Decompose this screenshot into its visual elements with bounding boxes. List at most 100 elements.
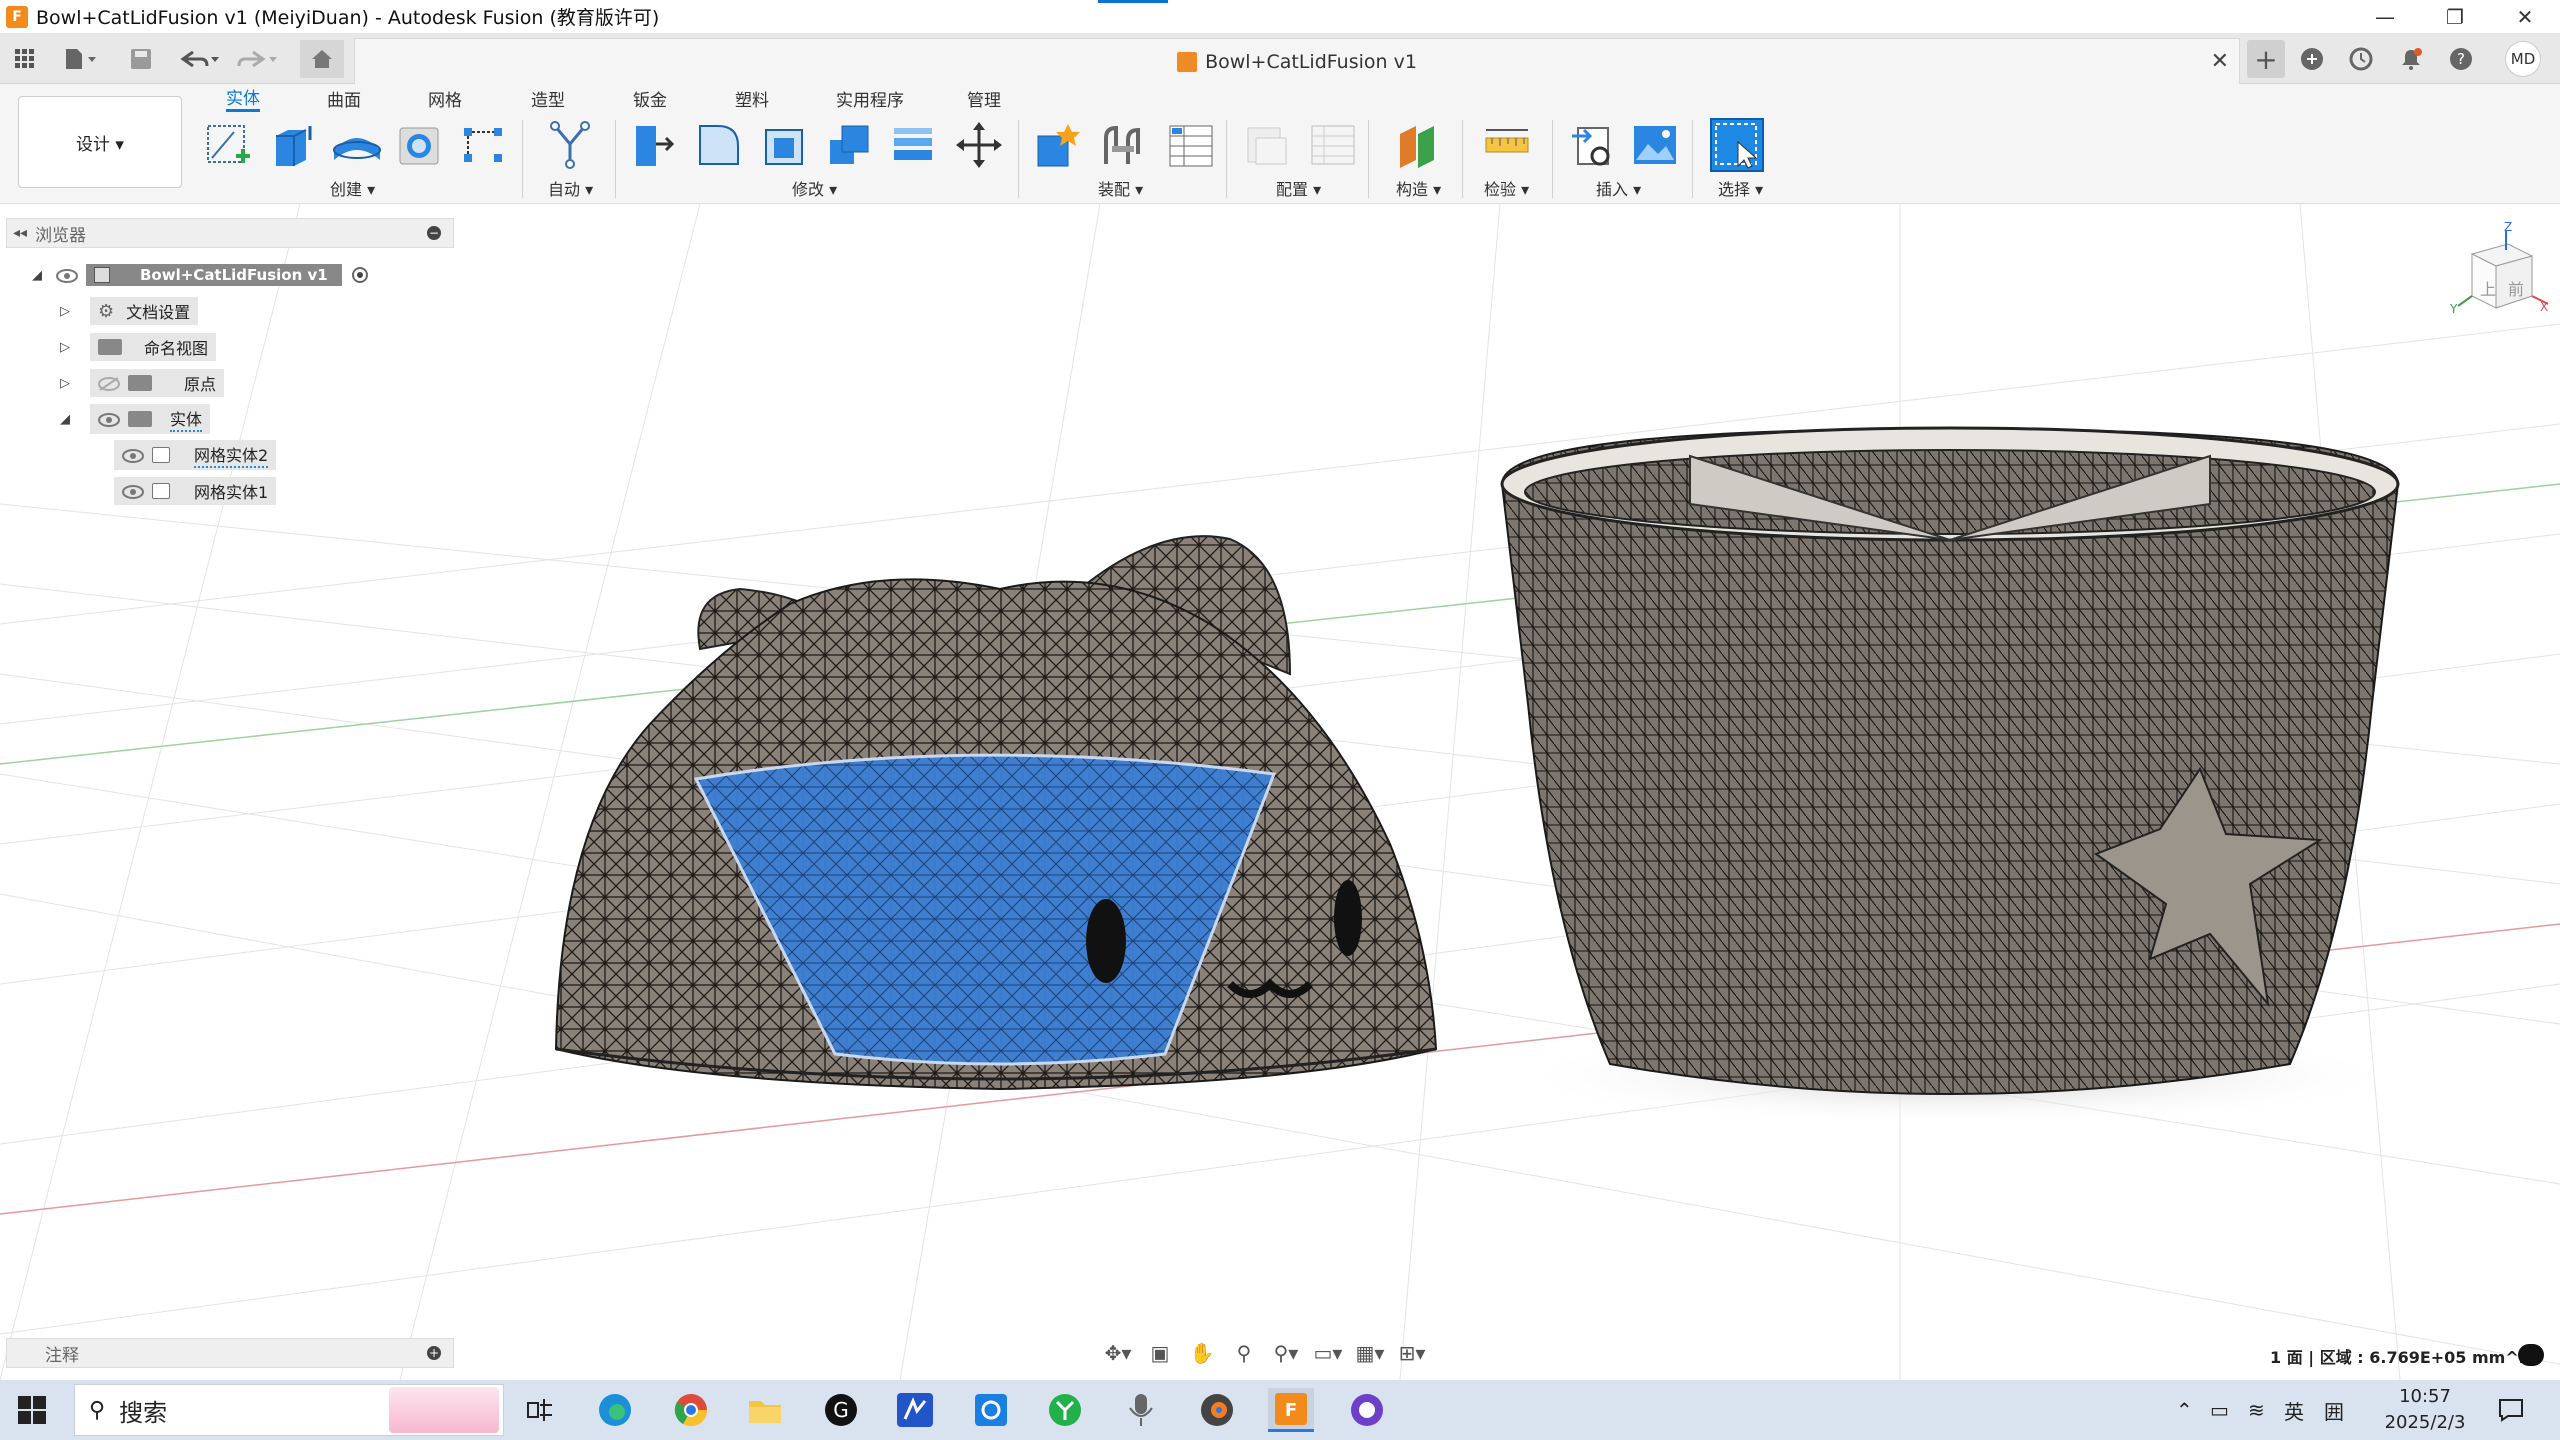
home-icon[interactable]: [300, 40, 344, 78]
activate-radio-icon[interactable]: [351, 267, 368, 283]
fusion-taskbar-icon[interactable]: F: [1268, 1388, 1314, 1432]
viewports-icon[interactable]: ⊞▾: [1394, 1338, 1430, 1368]
tree-item-mesh-body-2[interactable]: 网格实体2: [114, 440, 277, 470]
grid-settings-icon[interactable]: ▦▾: [1352, 1338, 1388, 1368]
configuration-table-icon[interactable]: [1306, 118, 1360, 172]
measure-icon[interactable]: [1480, 118, 1534, 172]
group-assemble-label[interactable]: 装配 ▾: [1098, 176, 1143, 200]
group-modify-label[interactable]: 修改 ▾: [792, 176, 837, 200]
wifi-icon[interactable]: ≋: [2248, 1380, 2265, 1440]
task-view-icon[interactable]: [518, 1388, 564, 1432]
windows-start-icon[interactable]: [18, 1396, 46, 1428]
edge-browser-icon[interactable]: [592, 1388, 638, 1432]
automate-icon[interactable]: [543, 118, 597, 172]
3d-viewport[interactable]: Z X Y 上 前: [0, 204, 2560, 1380]
notification-center-icon[interactable]: [2498, 1380, 2524, 1440]
group-configure-label[interactable]: 配置 ▾: [1276, 176, 1321, 200]
tree-item-origin[interactable]: ▷ 原点: [58, 369, 225, 397]
collapse-panel-icon[interactable]: ◂◂: [13, 225, 27, 241]
as-built-joint-icon[interactable]: [1164, 118, 1218, 172]
viewcube[interactable]: Z X Y 上 前: [2450, 220, 2550, 326]
group-construct-label[interactable]: 构造 ▾: [1396, 176, 1441, 200]
hidden-eye-icon[interactable]: [98, 376, 120, 391]
screenshot-tool-icon[interactable]: [968, 1388, 1014, 1432]
app-green-icon[interactable]: [1042, 1388, 1088, 1432]
group-select-label[interactable]: 选择 ▾: [1718, 176, 1763, 200]
visibility-eye-icon[interactable]: [56, 268, 78, 283]
group-insert-label[interactable]: 插入 ▾: [1596, 176, 1641, 200]
press-pull-icon[interactable]: [626, 118, 680, 172]
tab-mesh[interactable]: 网格: [428, 84, 462, 112]
tab-solid[interactable]: 实体: [226, 84, 260, 112]
tab-form[interactable]: 造型: [531, 84, 565, 112]
new-component-icon[interactable]: [1030, 118, 1084, 172]
configure-icon[interactable]: [1240, 118, 1294, 172]
app-grid-icon[interactable]: [10, 44, 40, 74]
file-explorer-icon[interactable]: [742, 1388, 788, 1432]
expand-triangle-icon[interactable]: ▷: [58, 304, 72, 319]
expand-triangle-icon[interactable]: ▷: [58, 340, 72, 355]
browser-minimize-icon[interactable]: −: [427, 226, 441, 240]
tab-plastic[interactable]: 塑料: [735, 84, 769, 112]
orbit-icon[interactable]: ✥▾: [1100, 1338, 1136, 1368]
notes-panel-header[interactable]: 注释 +: [6, 1338, 454, 1368]
tree-item-named-views[interactable]: ▷ 命名视图: [58, 333, 217, 361]
help-icon[interactable]: ?: [2446, 44, 2476, 74]
tray-overflow-icon[interactable]: ⌃: [2176, 1380, 2193, 1440]
notes-expand-icon[interactable]: +: [427, 1346, 441, 1360]
visibility-eye-icon[interactable]: [122, 448, 144, 463]
tree-item-document-settings[interactable]: ▷ ⚙ 文档设置: [58, 297, 199, 325]
undo-icon[interactable]: [176, 44, 222, 74]
visibility-eye-icon[interactable]: [122, 484, 144, 499]
input-language[interactable]: 英: [2284, 1380, 2304, 1440]
system-clock[interactable]: 10:57 2025/2/3: [2370, 1384, 2480, 1436]
notifications-icon[interactable]: [2396, 44, 2426, 74]
revolve-icon[interactable]: [330, 118, 384, 172]
group-create-label[interactable]: 创建 ▾: [330, 176, 375, 200]
pattern-icon[interactable]: [456, 118, 510, 172]
combine-icon[interactable]: [822, 118, 876, 172]
move-copy-icon[interactable]: [952, 118, 1006, 172]
tab-manage[interactable]: 管理: [967, 84, 1001, 112]
create-sketch-icon[interactable]: [202, 118, 256, 172]
tab-sheet-metal[interactable]: 钣金: [633, 84, 667, 112]
display-settings-icon[interactable]: ▭▾: [1310, 1338, 1346, 1368]
extrude-icon[interactable]: [264, 118, 318, 172]
look-at-icon[interactable]: ▣: [1142, 1338, 1178, 1368]
offset-plane-icon[interactable]: [1392, 118, 1446, 172]
zoom-icon[interactable]: ⚲: [1226, 1338, 1262, 1368]
app-g-icon[interactable]: G: [818, 1388, 864, 1432]
microphone-app-icon[interactable]: [1118, 1388, 1164, 1432]
visual-studio-icon[interactable]: [892, 1388, 938, 1432]
fillet-icon[interactable]: [692, 118, 746, 172]
restore-button[interactable]: ❐: [2420, 0, 2490, 34]
collapse-triangle-icon[interactable]: ◢: [30, 268, 44, 283]
offset-face-icon[interactable]: [886, 118, 940, 172]
hole-icon[interactable]: [392, 118, 446, 172]
expand-triangle-icon[interactable]: ▷: [58, 376, 72, 391]
tree-root[interactable]: ◢ Bowl+CatLidFusion v1: [30, 262, 368, 288]
input-mode[interactable]: 囲: [2324, 1380, 2344, 1440]
file-menu-icon[interactable]: [58, 44, 104, 74]
collapse-triangle-icon[interactable]: ◢: [58, 412, 72, 427]
status-toggle-icon[interactable]: [2518, 1344, 2544, 1366]
shell-icon[interactable]: [758, 118, 812, 172]
job-status-icon[interactable]: [2346, 44, 2376, 74]
tab-utilities[interactable]: 实用程序: [836, 84, 904, 112]
tree-item-mesh-body-1[interactable]: 网格实体1: [114, 477, 277, 505]
extensions-icon[interactable]: [2297, 44, 2327, 74]
new-tab-icon[interactable]: +: [2247, 40, 2285, 78]
chrome-icon[interactable]: [668, 1388, 714, 1432]
joint-icon[interactable]: [1096, 118, 1150, 172]
fit-icon[interactable]: ⚲▾: [1268, 1338, 1304, 1368]
close-window-button[interactable]: ✕: [2490, 0, 2560, 34]
battery-icon[interactable]: ▭: [2210, 1380, 2229, 1440]
github-desktop-icon[interactable]: [1344, 1388, 1390, 1432]
redo-icon[interactable]: [234, 44, 280, 74]
pan-icon[interactable]: ✋: [1184, 1338, 1220, 1368]
insert-canvas-icon[interactable]: [1628, 118, 1682, 172]
tab-surface[interactable]: 曲面: [327, 84, 361, 112]
insert-derive-icon[interactable]: [1566, 118, 1620, 172]
tree-root-label[interactable]: Bowl+CatLidFusion v1: [86, 264, 342, 286]
minimize-button[interactable]: —: [2350, 0, 2420, 34]
